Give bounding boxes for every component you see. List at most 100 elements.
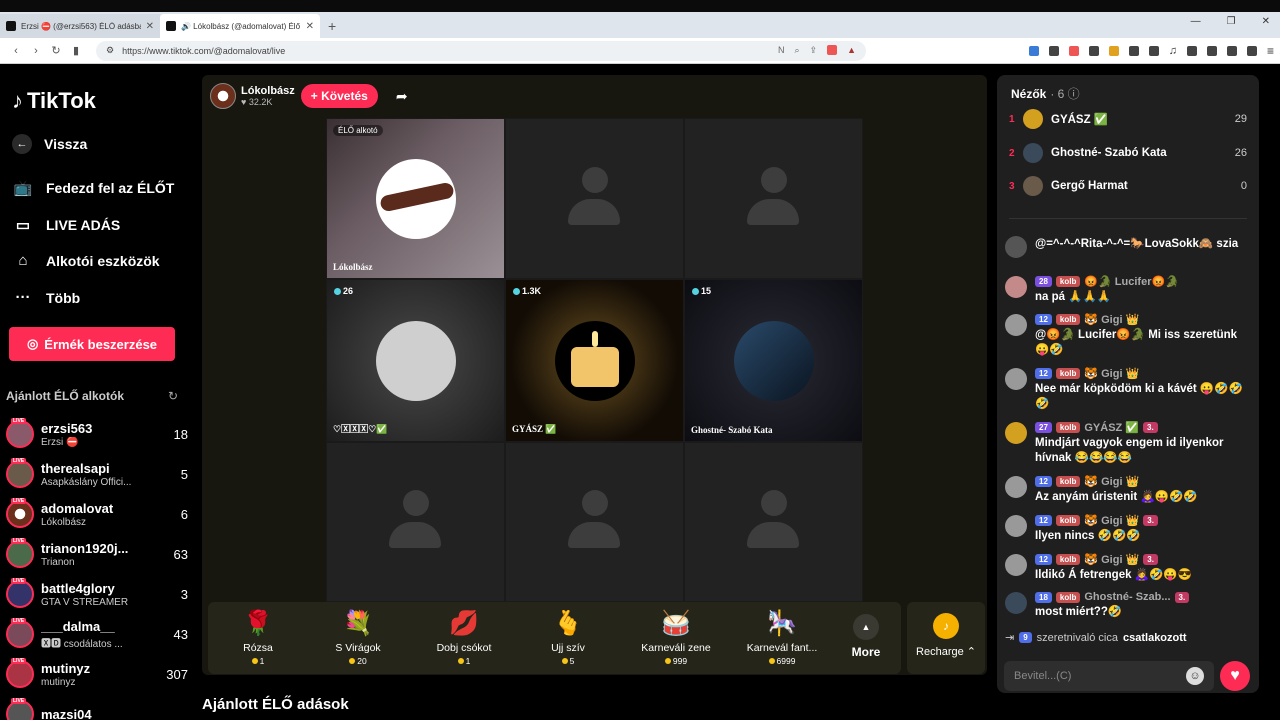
ranking-row[interactable]: 1 GYÁSZ ✅ 29 — [1009, 107, 1247, 131]
shield-icon[interactable] — [827, 45, 838, 55]
empty-guest-slot[interactable] — [505, 118, 684, 279]
back-arrow-icon[interactable]: ‹ — [6, 45, 26, 57]
gift-item[interactable]: 💐 S Virágok 20 — [308, 608, 408, 666]
extension-icon[interactable] — [1128, 45, 1139, 56]
recharge-button[interactable]: ♪ Recharge ⌃ — [907, 602, 985, 674]
forward-arrow-icon[interactable]: › — [26, 45, 46, 57]
sidebar-icon[interactable] — [1186, 45, 1197, 56]
empty-guest-slot[interactable] — [684, 442, 863, 602]
host-name[interactable]: Lókolbász — [241, 85, 295, 97]
empty-guest-slot[interactable] — [684, 118, 863, 279]
username[interactable]: Ghostné- Szab... — [1084, 591, 1170, 603]
like-button[interactable]: ♥ — [1220, 661, 1250, 691]
browser-tab[interactable]: Erzsi ⛔ (@erzsi563) ÉLŐ adásban va ✕ — [0, 14, 160, 38]
extension-icon[interactable] — [1148, 45, 1159, 56]
vpn-icon[interactable] — [1246, 45, 1257, 56]
sidebar-item-more[interactable]: ··· Több — [12, 289, 81, 306]
triangle-icon[interactable]: ▲ — [847, 45, 856, 56]
avatar[interactable] — [1005, 592, 1027, 614]
empty-guest-slot[interactable] — [505, 442, 684, 602]
creator-item[interactable]: LIVE mazsi04 — [6, 696, 188, 720]
sidebar-item-live[interactable]: ▭ LIVE ADÁS — [12, 216, 120, 234]
ranking-row[interactable]: 2 Ghostné- Szabó Kata 26 — [1009, 141, 1247, 165]
close-icon[interactable]: ✕ — [146, 21, 154, 32]
avatar[interactable] — [1005, 554, 1027, 576]
wallet-icon[interactable] — [1206, 45, 1217, 56]
username[interactable]: 🐯 Gigi 👑 — [1084, 313, 1139, 326]
guest-video-cell[interactable]: 26 ♡🅇🅇🅇♡✅ — [326, 279, 505, 442]
menu-icon[interactable]: ≡ — [1267, 44, 1274, 58]
get-coins-button[interactable]: ◎ Érmék beszerzése — [9, 327, 175, 361]
back-link[interactable]: ← Vissza — [12, 134, 87, 154]
ranking-row[interactable]: 3 Gergő Harmat 0 — [1009, 174, 1247, 198]
avatar[interactable] — [210, 83, 236, 109]
refresh-icon[interactable]: ↻ — [168, 389, 178, 403]
username[interactable]: 🐯 Gigi 👑 — [1084, 367, 1139, 380]
maximize-icon[interactable]: ❐ — [1227, 16, 1236, 27]
level-badge: 12 — [1035, 368, 1052, 379]
username[interactable]: 🐯 Gigi 👑 — [1084, 514, 1139, 527]
join-username[interactable]: szeretnivaló cica — [1037, 632, 1118, 644]
emoji-icon[interactable]: ☺ — [1186, 667, 1204, 685]
empty-guest-slot[interactable] — [326, 442, 505, 602]
music-icon[interactable]: ♫ — [1169, 45, 1177, 57]
site-info-icon[interactable]: ⚙ — [106, 45, 114, 56]
avatar[interactable] — [1005, 368, 1027, 390]
zoom-icon[interactable]: ⌕ — [794, 45, 799, 56]
tiktok-logo[interactable]: ♪ TikTok — [12, 88, 96, 114]
chat-input[interactable]: Bevitel...(C) ☺ — [1004, 661, 1214, 691]
avatar[interactable] — [1005, 422, 1027, 444]
guest-video-cell[interactable]: 15 Ghostné- Szabó Kata — [684, 279, 863, 442]
avatar[interactable] — [1005, 276, 1027, 298]
reader-icon[interactable]: N — [778, 45, 785, 56]
avatar[interactable] — [1005, 515, 1027, 537]
share-icon[interactable]: ➦ — [396, 88, 408, 105]
creator-item[interactable]: LIVE adomalovat Lókolbász 6 — [6, 496, 188, 532]
close-window-icon[interactable]: ✕ — [1262, 16, 1270, 27]
extension-icon[interactable] — [1028, 45, 1039, 56]
extension-icon[interactable] — [1108, 45, 1119, 56]
url-input[interactable]: ⚙ https://www.tiktok.com/@adomalovat/liv… — [96, 40, 866, 61]
username[interactable]: 😡🐊 Lucifer😡🐊 — [1084, 275, 1179, 288]
close-icon[interactable]: ✕ — [306, 21, 314, 32]
username[interactable]: 🐯 Gigi 👑 — [1084, 475, 1139, 488]
tab-title: 🔊 Lókolbász (@adomalovat) Élő — [181, 21, 301, 31]
bookmark-icon[interactable]: ▮ — [66, 44, 86, 57]
avatar[interactable] — [1005, 476, 1027, 498]
username[interactable]: 🐯 Gigi 👑 — [1084, 553, 1139, 566]
host-video-cell[interactable]: ÉLŐ alkotó Lókolbász — [326, 118, 505, 279]
new-tab-button[interactable]: + — [320, 14, 344, 38]
guest-video-cell[interactable]: 1.3K GYÁSZ ✅ — [505, 279, 684, 442]
extension-icon[interactable] — [1068, 45, 1079, 56]
follow-button[interactable]: + Követés — [300, 84, 378, 108]
more-gifts-button[interactable]: ▲ More — [846, 614, 886, 659]
level-badge: 9 — [1019, 632, 1032, 643]
gift-item[interactable]: 🥁 Karneváli zene 999 — [626, 608, 726, 666]
share-icon[interactable]: ⇪ — [810, 45, 818, 56]
creator-item[interactable]: LIVE trianon1920j... Trianon 63 — [6, 536, 188, 572]
ai-icon[interactable] — [1226, 45, 1237, 56]
gift-item[interactable]: 🎠 Karnevál fant... 6999 — [732, 608, 832, 666]
extension-icon[interactable] — [1048, 45, 1059, 56]
sidebar-item-creator-tools[interactable]: ⌂ Alkotói eszközök — [12, 252, 159, 269]
gift-item[interactable]: 🫰 Ujj szív 5 — [518, 608, 618, 666]
level-badge: 12 — [1035, 554, 1052, 565]
creator-item[interactable]: LIVE erzsi563 Erzsi ⛔ 18 — [6, 416, 188, 452]
sidebar-item-explore-live[interactable]: 📺 Fedezd fel az ÉLŐT — [12, 179, 175, 197]
avatar[interactable] — [1005, 314, 1027, 336]
creator-item[interactable]: LIVE battle4glory GTA V STREAMER 3 — [6, 576, 188, 612]
creator-item[interactable]: LIVE ___dalma__ 🆇🅳 csodálatos ... 43 — [6, 616, 188, 652]
minimize-icon[interactable]: — — [1191, 16, 1201, 27]
gift-item[interactable]: 🌹 Rózsa 1 — [208, 608, 308, 666]
creator-item[interactable]: LIVE mutinyz mutinyz 307 — [6, 656, 188, 692]
reload-icon[interactable]: ↻ — [46, 44, 66, 57]
browser-tab-active[interactable]: 🔊 Lókolbász (@adomalovat) Élő ✕ — [160, 14, 320, 38]
tiktok-favicon-icon — [166, 21, 176, 31]
viewers-title: Nézők — [1011, 86, 1047, 101]
username[interactable]: GYÁSZ ✅ — [1084, 421, 1139, 434]
rose-gift-icon: 🌹 — [243, 610, 273, 637]
viewers-count[interactable]: · 6 ⓘ — [1050, 85, 1079, 102]
creator-item[interactable]: LIVE therealsapi Asapkáslány Offici... 5 — [6, 456, 188, 492]
extension-icon[interactable] — [1088, 45, 1099, 56]
gift-item[interactable]: 💋 Dobj csókot 1 — [414, 608, 514, 666]
